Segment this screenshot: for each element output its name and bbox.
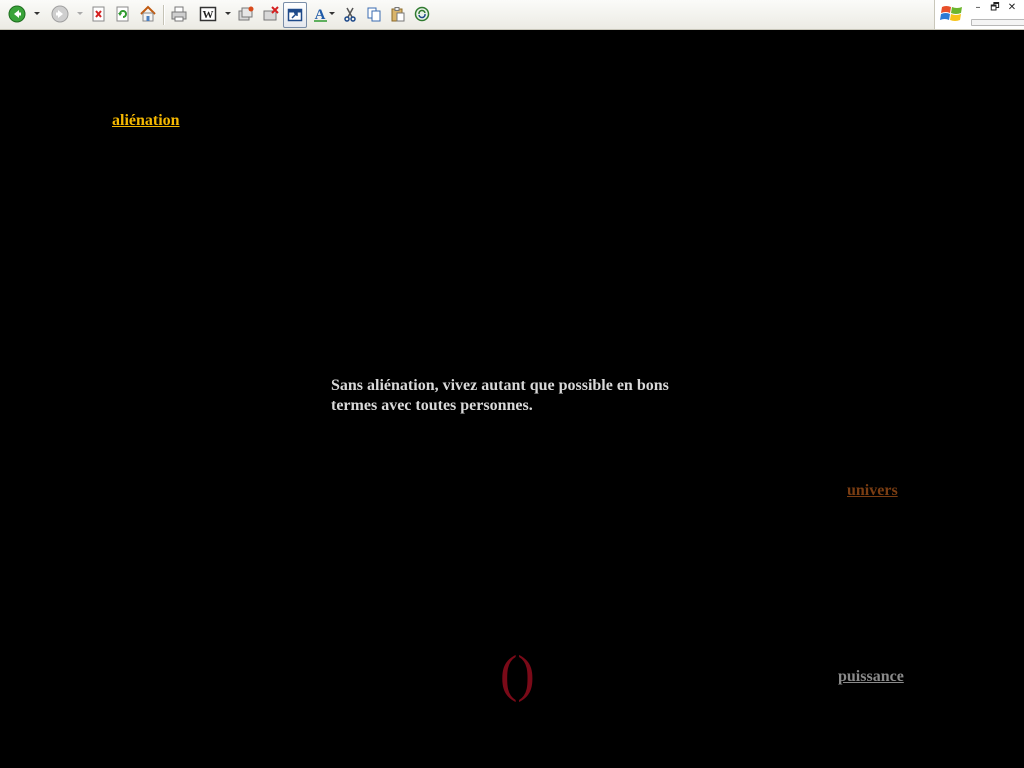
paste-icon	[391, 7, 405, 22]
paste-button[interactable]	[389, 5, 407, 23]
link-alienation[interactable]: aliénation	[112, 112, 180, 130]
refresh-icon	[116, 6, 129, 22]
browser-toolbar: W A	[0, 0, 934, 30]
stop-icon	[92, 6, 105, 22]
forward-dropdown-icon[interactable]	[77, 12, 83, 15]
restore-button[interactable]: 🗗	[988, 2, 1002, 14]
sync-icon	[414, 6, 430, 22]
print-button[interactable]	[170, 5, 188, 23]
link-univers[interactable]: univers	[847, 482, 898, 500]
progress-bar	[971, 19, 1024, 26]
window-controls: – 🗗 ✕	[934, 0, 1024, 30]
copy-button[interactable]	[365, 5, 383, 23]
back-dropdown-icon[interactable]	[34, 12, 40, 15]
edit-button[interactable]: W	[199, 5, 217, 23]
sync-button[interactable]	[413, 5, 431, 23]
stop-button[interactable]	[90, 5, 108, 23]
home-button[interactable]	[139, 5, 157, 23]
scissors-icon	[344, 7, 356, 22]
quote-text: Sans aliénation, vivez autant que possib…	[331, 377, 669, 414]
link-puissance[interactable]: puissance	[838, 668, 904, 686]
discuss-button[interactable]	[237, 5, 255, 23]
research-icon	[263, 6, 279, 21]
parentheses-glyph: ()	[500, 646, 535, 703]
back-arrow-icon	[8, 5, 26, 23]
edit-dropdown-icon[interactable]	[225, 12, 231, 15]
fullscreen-button[interactable]	[283, 2, 307, 28]
forward-button[interactable]	[51, 5, 69, 23]
minimize-button[interactable]: –	[971, 2, 985, 14]
copy-icon	[367, 7, 381, 22]
toolbar-separator	[163, 5, 165, 25]
home-icon	[140, 5, 156, 22]
windows-logo-icon	[940, 6, 962, 21]
discuss-icon	[238, 6, 254, 21]
research-button[interactable]	[262, 5, 280, 23]
cut-button[interactable]	[341, 5, 359, 23]
close-button[interactable]: ✕	[1005, 2, 1019, 14]
font-size-dropdown-icon[interactable]	[329, 12, 335, 15]
svg-text:W: W	[203, 9, 214, 21]
fullscreen-icon	[287, 8, 303, 22]
printer-icon	[171, 6, 187, 22]
forward-arrow-icon	[51, 5, 69, 23]
font-size-icon: A	[314, 7, 327, 23]
back-button[interactable]	[8, 5, 26, 23]
refresh-button[interactable]	[114, 5, 132, 23]
word-editor-icon: W	[199, 6, 217, 22]
font-size-button[interactable]: A	[312, 5, 330, 23]
